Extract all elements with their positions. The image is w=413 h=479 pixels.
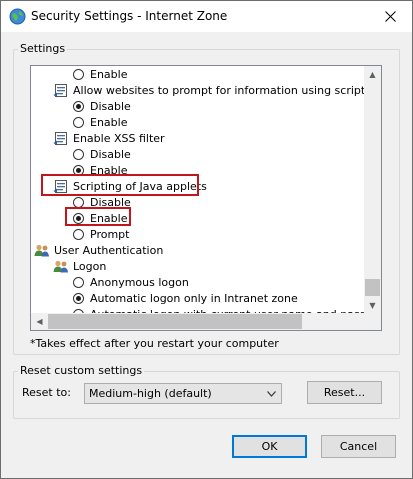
radio-button[interactable] [73,196,84,208]
tree-option[interactable]: Enable [73,66,127,82]
settings-tree[interactable]: Enable Allow websites to prompt for info… [30,65,382,331]
reset-to-label: Reset to: [22,386,71,399]
tree-setting[interactable]: Allow websites to prompt for information… [53,82,382,98]
security-settings-dialog: Security Settings - Internet Zone Settin… [0,0,413,479]
radio-button[interactable] [73,292,84,304]
radio-button[interactable] [73,276,84,288]
setting-label: Allow websites to prompt for information… [73,83,382,97]
radio-button[interactable] [73,100,84,112]
setting-label: Enable XSS filter [73,131,165,145]
option-label: Enable [90,67,128,81]
setting-page-icon [53,83,67,97]
reset-button[interactable]: Reset... [307,381,382,404]
reset-level-dropdown[interactable]: Medium-high (default) [84,383,282,404]
tree-option[interactable]: Anonymous logon [73,274,189,290]
restart-note: *Takes effect after you restart your com… [30,337,279,350]
tree-option[interactable]: Prompt [73,226,129,242]
radio-button[interactable] [73,68,84,80]
tree-subcategory[interactable]: Logon [53,258,106,274]
tree-setting[interactable]: Enable XSS filter [53,130,165,146]
option-label: Enable [90,115,128,129]
users-icon [34,244,49,256]
users-icon [53,260,68,272]
close-icon [384,11,396,22]
scroll-left-icon[interactable]: ◀ [31,313,48,330]
horizontal-scrollbar[interactable]: ◀ ▶ [31,313,381,330]
option-label: Automatic logon only in Intranet zone [90,291,298,305]
radio-button[interactable] [73,228,84,240]
close-button[interactable] [368,1,412,32]
tree-option[interactable]: Enable [73,114,127,130]
cancel-button-label: Cancel [339,440,378,453]
option-label: Anonymous logon [90,275,189,289]
window-title: Security Settings - Internet Zone [31,9,228,23]
settings-group-label: Settings [18,42,68,55]
tree-category[interactable]: User Authentication [34,242,163,258]
reset-group-label: Reset custom settings [18,364,145,377]
option-label: Disable [90,147,131,161]
highlight-java-applets-setting [41,174,199,196]
scroll-down-icon[interactable]: ▼ [364,297,381,314]
category-label: User Authentication [54,243,164,257]
option-label: Prompt [90,227,130,241]
tree-option[interactable]: Automatic logon only in Intranet zone [73,290,298,306]
horizontal-scroll-thumb[interactable] [48,314,302,329]
highlight-enable-option [65,207,131,226]
option-label: Disable [90,99,131,113]
cancel-button[interactable]: Cancel [321,435,396,458]
dropdown-selected-value: Medium-high (default) [89,387,212,400]
tree-option[interactable]: Disable [73,146,131,162]
internet-globe-icon [9,8,26,25]
scroll-up-icon[interactable]: ▲ [364,66,381,83]
chevron-down-icon [267,391,276,397]
ok-button-label: OK [261,440,278,453]
reset-button-label: Reset... [323,386,366,399]
vertical-scrollbar[interactable]: ▲ ▼ [364,66,381,314]
radio-button[interactable] [73,116,84,128]
tree-option[interactable]: Disable [73,98,131,114]
scrollbar-corner [364,313,381,330]
ok-button[interactable]: OK [232,435,307,458]
radio-button[interactable] [73,148,84,160]
subcategory-label: Logon [73,259,107,273]
vertical-scroll-thumb[interactable] [365,279,380,296]
title-bar[interactable]: Security Settings - Internet Zone [1,1,412,32]
setting-page-icon [53,131,67,145]
